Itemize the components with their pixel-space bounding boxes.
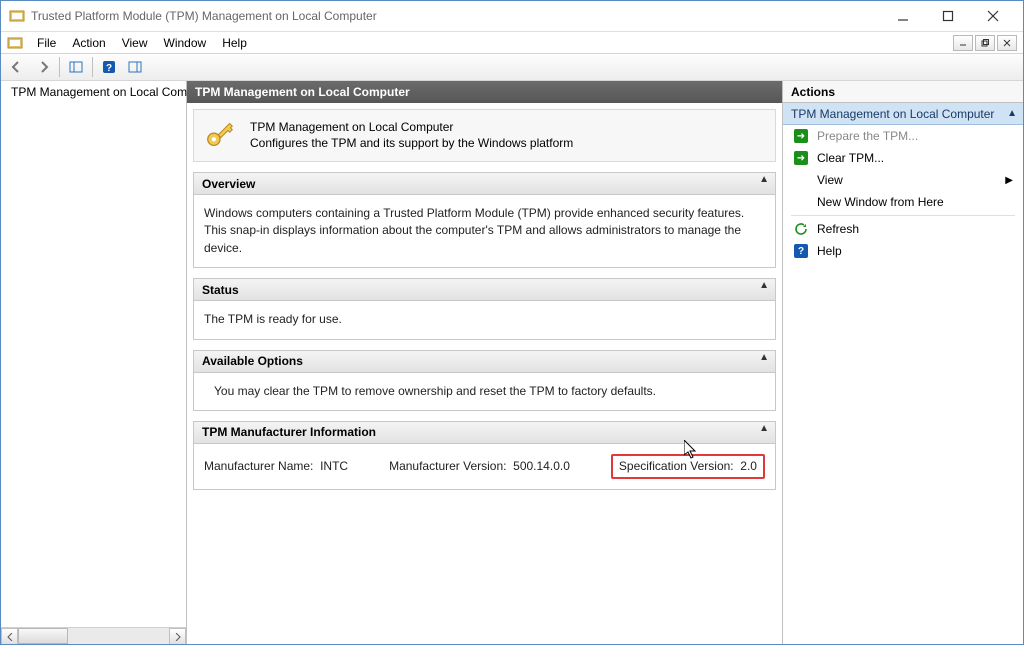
action-clear-tpm[interactable]: ➜ Clear TPM... — [783, 147, 1023, 169]
center-header: TPM Management on Local Computer — [187, 81, 782, 103]
go-arrow-icon: ➜ — [793, 128, 809, 144]
minimize-button[interactable] — [880, 2, 925, 30]
mfr-version: Manufacturer Version: 500.14.0.0 — [389, 458, 570, 475]
mdi-restore-button[interactable] — [975, 35, 995, 51]
tree-pane: TPM Management on Local Comp — [1, 81, 187, 644]
center-body: TPM Management on Local Computer Configu… — [187, 103, 782, 644]
manufacturer-title: TPM Manufacturer Information — [202, 425, 376, 439]
actions-title: Actions — [783, 81, 1023, 103]
center-pane: TPM Management on Local Computer TPM Man… — [187, 81, 783, 644]
go-arrow-icon: ➜ — [793, 150, 809, 166]
manufacturer-header[interactable]: TPM Manufacturer Information ▲ — [194, 422, 775, 444]
scroll-left-button[interactable] — [1, 628, 18, 644]
status-title: Status — [202, 283, 239, 297]
action-prepare-tpm[interactable]: ➜ Prepare the TPM... — [783, 125, 1023, 147]
overview-title: Overview — [202, 177, 255, 191]
menu-view[interactable]: View — [114, 33, 156, 53]
action-refresh[interactable]: Refresh — [783, 218, 1023, 240]
collapse-icon: ▲ — [759, 280, 769, 291]
options-panel: Available Options ▲ You may clear the TP… — [193, 350, 776, 411]
mfr-name: Manufacturer Name: INTC — [204, 458, 348, 475]
options-title: Available Options — [202, 354, 303, 368]
submenu-arrow-icon: ▶ — [1005, 175, 1013, 186]
status-panel: Status ▲ The TPM is ready for use. — [193, 278, 776, 339]
mdi-controls — [953, 35, 1017, 51]
forward-button[interactable] — [31, 56, 55, 78]
collapse-icon: ▲ — [759, 174, 769, 185]
menu-action[interactable]: Action — [64, 33, 113, 53]
overview-body: Windows computers containing a Trusted P… — [194, 195, 775, 267]
toolbar-separator — [59, 57, 60, 77]
spec-version-highlight: Specification Version: 2.0 — [611, 454, 765, 479]
collapse-icon: ▲ — [759, 352, 769, 363]
tree-hscrollbar[interactable] — [1, 627, 186, 644]
actions-pane: Actions TPM Management on Local Computer… — [783, 81, 1023, 644]
overview-header[interactable]: Overview ▲ — [194, 173, 775, 195]
scroll-right-button[interactable] — [169, 628, 186, 644]
close-button[interactable] — [970, 2, 1015, 30]
menu-help[interactable]: Help — [214, 33, 255, 53]
help-button[interactable]: ? — [97, 56, 121, 78]
refresh-icon — [793, 221, 809, 237]
mdi-close-button[interactable] — [997, 35, 1017, 51]
intro-desc: Configures the TPM and its support by th… — [250, 136, 573, 150]
action-help[interactable]: ? Help — [783, 240, 1023, 262]
status-header[interactable]: Status ▲ — [194, 279, 775, 301]
action-new-window[interactable]: New Window from Here — [783, 191, 1023, 213]
main-area: TPM Management on Local Comp TPM Managem… — [1, 81, 1023, 644]
maximize-button[interactable] — [925, 2, 970, 30]
show-hide-tree-button[interactable] — [64, 56, 88, 78]
title-bar: Trusted Platform Module (TPM) Management… — [1, 1, 1023, 31]
back-button[interactable] — [5, 56, 29, 78]
mdi-minimize-button[interactable] — [953, 35, 973, 51]
collapse-icon: ▲ — [759, 423, 769, 434]
menubar-app-icon — [7, 35, 23, 51]
menu-file[interactable]: File — [29, 33, 64, 53]
app-icon — [9, 8, 25, 24]
menu-bar: File Action View Window Help — [1, 31, 1023, 53]
show-hide-actions-button[interactable] — [123, 56, 147, 78]
tree-root-item[interactable]: TPM Management on Local Comp — [1, 81, 186, 103]
tpm-key-icon — [206, 120, 234, 151]
toolbar: ? — [1, 53, 1023, 81]
scroll-thumb[interactable] — [18, 628, 68, 644]
intro-box: TPM Management on Local Computer Configu… — [193, 109, 776, 162]
collapse-icon: ▲ — [1007, 108, 1017, 119]
status-body: The TPM is ready for use. — [194, 301, 775, 338]
svg-text:?: ? — [106, 63, 112, 74]
manufacturer-body: Manufacturer Name: INTC Manufacturer Ver… — [194, 444, 775, 489]
menu-window[interactable]: Window — [156, 33, 215, 53]
action-view-menu[interactable]: View ▶ — [783, 169, 1023, 191]
tree-root-label: TPM Management on Local Comp — [11, 85, 194, 99]
window-controls — [880, 2, 1015, 30]
help-icon: ? — [793, 243, 809, 259]
manufacturer-panel: TPM Manufacturer Information ▲ Manufactu… — [193, 421, 776, 490]
separator — [791, 215, 1015, 216]
toolbar-separator — [92, 57, 93, 77]
options-body: You may clear the TPM to remove ownershi… — [194, 373, 775, 410]
actions-subheader[interactable]: TPM Management on Local Computer ▲ — [783, 103, 1023, 125]
options-header[interactable]: Available Options ▲ — [194, 351, 775, 373]
window-title: Trusted Platform Module (TPM) Management… — [31, 9, 377, 23]
overview-panel: Overview ▲ Windows computers containing … — [193, 172, 776, 268]
intro-title: TPM Management on Local Computer — [250, 120, 573, 134]
